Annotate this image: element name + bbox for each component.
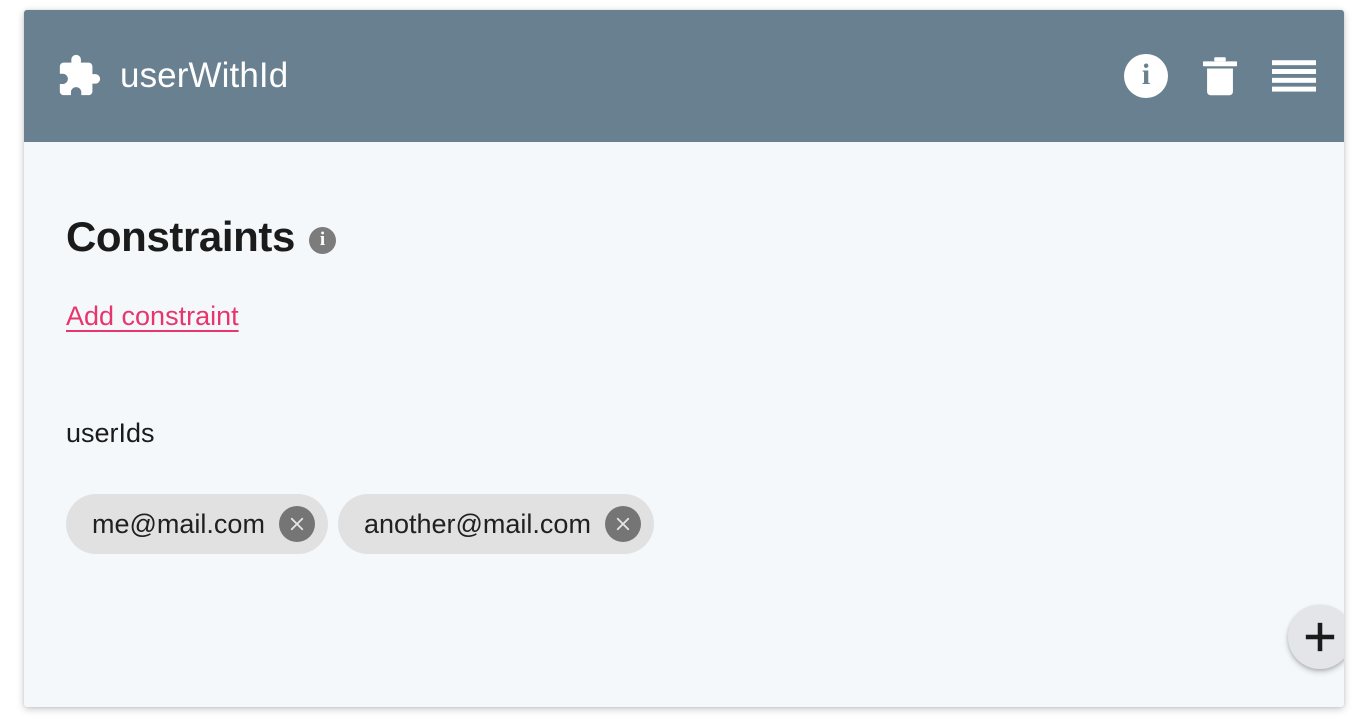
add-list-entry-input[interactable]: Add list entry [66, 705, 211, 708]
menu-button[interactable] [1270, 52, 1318, 100]
page-title: Constraints [66, 213, 295, 260]
chip-label: another@mail.com [363, 508, 591, 539]
add-constraint-link[interactable]: Add constraint [66, 303, 239, 330]
hamburger-menu-icon [1272, 59, 1316, 93]
content-area: Constraints i Add constraint userIds me@… [24, 142, 1344, 707]
puzzle-piece-icon [56, 53, 102, 99]
plus-icon [1303, 620, 1337, 654]
add-fab-button[interactable] [1288, 605, 1344, 669]
chip-label: me@mail.com [92, 508, 265, 539]
app-card: userWithId i Constraints i Add constrain… [24, 10, 1344, 707]
title-bar-actions: i [1122, 52, 1318, 100]
info-button[interactable]: i [1122, 52, 1170, 100]
constraints-info-icon[interactable]: i [308, 226, 336, 254]
app-title: userWithId [120, 56, 289, 95]
title-bar-left: userWithId [56, 53, 288, 99]
close-icon[interactable] [604, 506, 641, 542]
info-circle-icon: i [1124, 54, 1168, 98]
title-bar: userWithId i [24, 10, 1344, 142]
trash-icon [1203, 55, 1237, 97]
chip-list: me@mail.com another@mail.com [66, 494, 654, 554]
close-icon[interactable] [278, 506, 315, 542]
delete-button[interactable] [1196, 52, 1244, 100]
list-item[interactable]: another@mail.com [337, 494, 654, 554]
field-label-userids: userIds [66, 418, 155, 448]
section-header: Constraints i [66, 216, 336, 258]
list-item[interactable]: me@mail.com [66, 494, 328, 554]
